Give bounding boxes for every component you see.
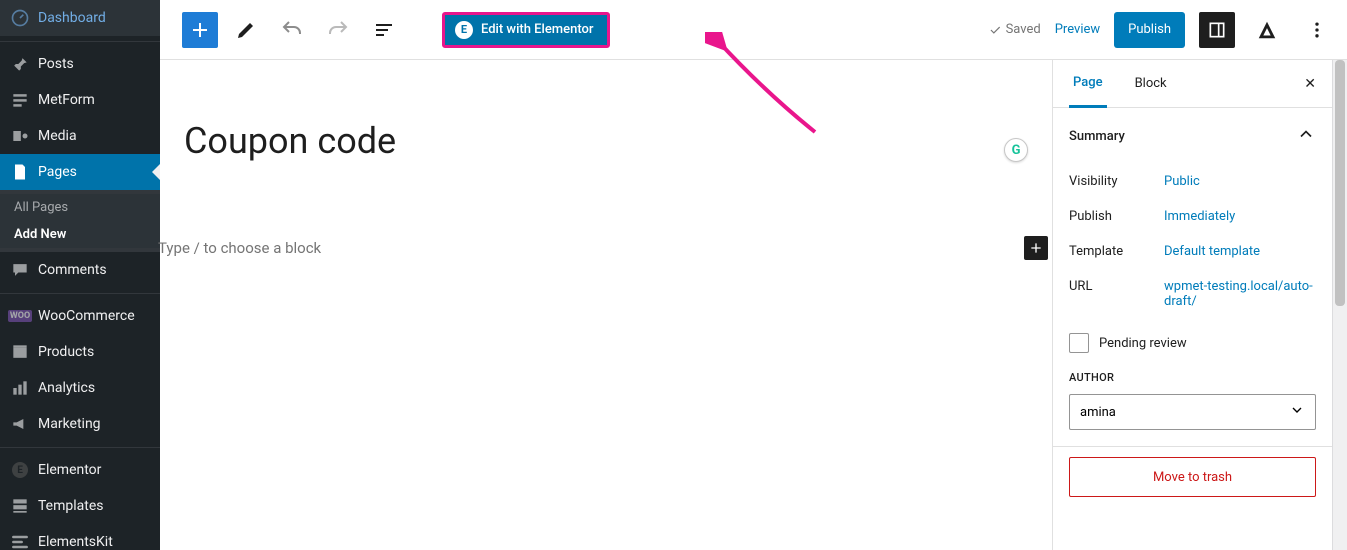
sidebar-item-comments[interactable]: Comments [0, 252, 160, 288]
row-publish: Publish Immediately [1053, 199, 1332, 234]
saved-status: Saved [988, 22, 1041, 37]
tab-block[interactable]: Block [1131, 60, 1171, 108]
sidebar-item-label: Posts [38, 56, 74, 72]
author-value: amina [1080, 405, 1116, 420]
close-panel-button[interactable]: ✕ [1304, 76, 1316, 92]
grammarly-icon[interactable]: G [1004, 138, 1028, 162]
sidebar-item-metform[interactable]: MetForm [0, 82, 160, 118]
sidebar-item-label: ElementsKit [38, 534, 113, 550]
templates-icon [10, 496, 30, 516]
media-icon [10, 126, 30, 146]
row-url: URL wpmet-testing.local/auto-draft/ [1053, 269, 1332, 319]
sidebar-item-dashboard[interactable]: Dashboard [0, 0, 160, 36]
sidebar-item-label: Products [38, 344, 94, 360]
visibility-label: Visibility [1069, 174, 1164, 189]
edit-with-elementor-button[interactable]: E Edit with Elementor [442, 12, 610, 48]
document-overview-button[interactable] [366, 12, 402, 48]
publish-value[interactable]: Immediately [1164, 209, 1316, 224]
elementor-button-label: Edit with Elementor [481, 22, 593, 37]
admin-sidebar: Dashboard Posts MetForm Media Pages All … [0, 0, 160, 550]
pending-review-checkbox[interactable] [1069, 333, 1089, 353]
publish-label: Publish [1069, 209, 1164, 224]
undo-button[interactable] [274, 12, 310, 48]
astra-button[interactable] [1249, 12, 1285, 48]
pending-review-label: Pending review [1099, 336, 1187, 351]
sidebar-item-label: Elementor [38, 462, 101, 478]
elementskit-icon [10, 532, 30, 550]
options-button[interactable] [1299, 12, 1335, 48]
sidebar-item-label: Marketing [38, 416, 101, 432]
editor-canvas[interactable]: Coupon code G Type / to choose a block [160, 60, 1052, 550]
settings-panel-toggle[interactable] [1199, 12, 1235, 48]
sidebar-item-posts[interactable]: Posts [0, 46, 160, 82]
visibility-value[interactable]: Public [1164, 174, 1316, 189]
row-visibility: Visibility Public [1053, 164, 1332, 199]
sidebar-item-media[interactable]: Media [0, 118, 160, 154]
sidebar-item-woocommerce[interactable]: WOO WooCommerce [0, 298, 160, 334]
author-select[interactable]: amina [1069, 394, 1316, 430]
redo-button[interactable] [320, 12, 356, 48]
add-block-button[interactable] [1024, 236, 1048, 260]
settings-panel: Page Block ✕ Summary Visibility Public P… [1052, 60, 1332, 550]
inserter-button[interactable] [182, 12, 218, 48]
template-value[interactable]: Default template [1164, 244, 1316, 259]
pending-review-row: Pending review [1053, 319, 1332, 367]
check-icon [988, 23, 1002, 37]
chevron-down-icon [1289, 402, 1305, 422]
sidebar-item-label: Pages [38, 164, 77, 180]
editor: E Edit with Elementor Saved Preview Publ… [160, 0, 1347, 550]
dashboard-icon [10, 8, 30, 28]
publish-button[interactable]: Publish [1114, 12, 1185, 48]
sidebar-item-templates[interactable]: Templates [0, 488, 160, 524]
products-icon [10, 342, 30, 362]
analytics-icon [10, 378, 30, 398]
form-icon [10, 90, 30, 110]
sidebar-item-label: Templates [38, 498, 104, 514]
tab-page[interactable]: Page [1069, 60, 1107, 108]
summary-heading: Summary [1069, 129, 1125, 144]
elementor-badge-icon: E [455, 21, 473, 39]
sidebar-sub-all-pages[interactable]: All Pages [0, 194, 160, 221]
summary-panel-toggle[interactable]: Summary [1053, 108, 1332, 164]
preview-link[interactable]: Preview [1055, 22, 1100, 37]
marketing-icon [10, 414, 30, 434]
edit-mode-button[interactable] [228, 12, 264, 48]
woo-icon: WOO [10, 306, 30, 326]
page-title[interactable]: Coupon code [184, 120, 1022, 162]
move-to-trash-button[interactable]: Move to trash [1069, 457, 1316, 497]
sidebar-item-elementskit[interactable]: ElementsKit [0, 524, 160, 550]
block-placeholder[interactable]: Type / to choose a block [158, 239, 321, 257]
template-label: Template [1069, 244, 1164, 259]
sidebar-item-label: Media [38, 128, 77, 144]
page-icon [10, 162, 30, 182]
sidebar-item-label: Analytics [38, 380, 95, 396]
url-value[interactable]: wpmet-testing.local/auto-draft/ [1164, 279, 1316, 309]
comments-icon [10, 260, 30, 280]
top-toolbar: E Edit with Elementor Saved Preview Publ… [160, 0, 1347, 60]
sidebar-item-label: WooCommerce [38, 308, 135, 324]
pin-icon [10, 54, 30, 74]
sidebar-item-analytics[interactable]: Analytics [0, 370, 160, 406]
sidebar-sub-add-new[interactable]: Add New [0, 221, 160, 248]
sidebar-item-label: Dashboard [38, 10, 106, 26]
sidebar-item-elementor[interactable]: E Elementor [0, 452, 160, 488]
chevron-up-icon [1296, 124, 1316, 148]
sidebar-item-label: Comments [38, 262, 107, 278]
elementor-icon: E [10, 460, 30, 480]
sidebar-item-pages[interactable]: Pages [0, 154, 160, 190]
author-label: AUTHOR [1053, 367, 1332, 388]
sidebar-item-products[interactable]: Products [0, 334, 160, 370]
vertical-scrollbar[interactable] [1332, 60, 1347, 550]
row-template: Template Default template [1053, 234, 1332, 269]
settings-tabs: Page Block ✕ [1053, 60, 1332, 108]
sidebar-item-label: MetForm [38, 92, 95, 108]
url-label: URL [1069, 279, 1164, 309]
sidebar-item-marketing[interactable]: Marketing [0, 406, 160, 442]
